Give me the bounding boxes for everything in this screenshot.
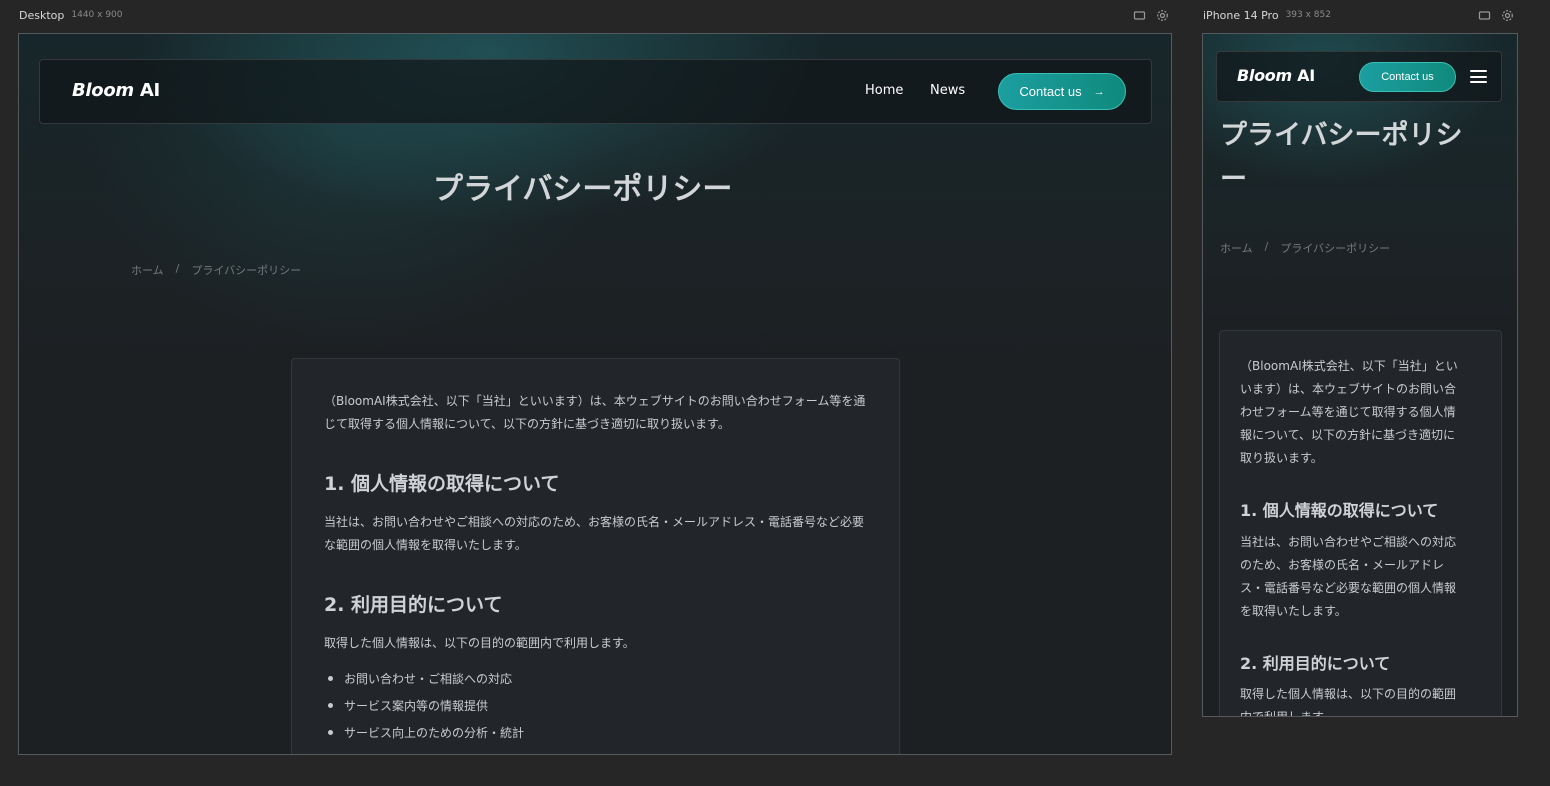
mobile-title-line: ー bbox=[1220, 164, 1247, 195]
brand-logo[interactable]: Bloom AI bbox=[72, 80, 160, 101]
breadcrumb-separator: / bbox=[175, 262, 180, 275]
mobile-section-1-body: 当社は、お問い合わせやご相談への対応 のため、お客様の氏名・メールアドレ ス・電… bbox=[1240, 531, 1485, 623]
mobile-viewport: Bloom AI Contact us プライバシーポリシ ー ホーム / プラ… bbox=[1202, 33, 1518, 717]
mobile-policy-intro: （BloomAI株式会社、以下「当社」とい います）は、本ウェブサイトのお問い合… bbox=[1240, 355, 1485, 470]
settings-gear-icon[interactable] bbox=[1156, 9, 1169, 22]
section-2-heading: 2. 利用目的について bbox=[324, 594, 503, 616]
top-navbar: Bloom AI Home News Contact us → bbox=[39, 59, 1152, 124]
mobile-frame-label: iPhone 14 Pro bbox=[1203, 8, 1279, 22]
contact-us-label: Contact us bbox=[1019, 84, 1082, 99]
text-line: のため、お客様の氏名・メールアドレ bbox=[1240, 558, 1445, 572]
breadcrumb-separator: / bbox=[1264, 240, 1269, 253]
page-title: プライバシーポリシー bbox=[433, 172, 733, 207]
section-1-heading: 1. 個人情報の取得について bbox=[324, 473, 560, 495]
section-2-body: 取得した個人情報は、以下の目的の範囲内で利用します。 bbox=[324, 636, 635, 650]
text-line: います）は、本ウェブサイトのお問い合 bbox=[1240, 382, 1457, 396]
desktop-viewport: Bloom AI Home News Contact us → プライバシーポリ… bbox=[18, 33, 1172, 755]
hamburger-menu-icon[interactable] bbox=[1470, 70, 1487, 83]
section-1-body: 当社は、お問い合わせやご相談への対応のため、お客様の氏名・メールアドレス・電話番… bbox=[324, 515, 865, 552]
policy-intro: （BloomAI株式会社、以下「当社」といいます）は、本ウェブサイトのお問い合わ… bbox=[324, 394, 866, 431]
mobile-contact-us-button[interactable]: Contact us bbox=[1359, 62, 1456, 92]
device-frame-icon[interactable] bbox=[1478, 9, 1491, 22]
mobile-title-line: プライバシーポリシ bbox=[1220, 120, 1463, 151]
contact-us-button[interactable]: Contact us → bbox=[998, 73, 1126, 110]
mobile-frame-header: iPhone 14 Pro 393 x 852 bbox=[1203, 7, 1331, 23]
breadcrumb-home-link[interactable]: ホーム bbox=[1220, 240, 1253, 256]
mobile-policy-content-card: （BloomAI株式会社、以下「当社」とい います）は、本ウェブサイトのお問い合… bbox=[1219, 330, 1502, 717]
text-line: を取得いたします。 bbox=[1240, 604, 1347, 618]
nav-link-news[interactable]: News bbox=[930, 83, 965, 98]
mobile-section-1-heading: 1. 個人情報の取得について bbox=[1240, 501, 1439, 520]
mobile-frame-dims: 393 x 852 bbox=[1285, 10, 1331, 20]
purpose-list-item: サービス向上のための分析・統計 bbox=[325, 726, 524, 753]
device-frame-icon[interactable] bbox=[1133, 9, 1146, 22]
breadcrumb-current: プライバシーポリシー bbox=[1280, 242, 1391, 255]
breadcrumb-current: プライバシーポリシー bbox=[191, 264, 302, 277]
text-line: ス・電話番号など必要な範囲の個人情報 bbox=[1240, 581, 1457, 595]
text-line: （BloomAI株式会社、以下「当社」とい bbox=[1240, 359, 1458, 373]
nav-link-home[interactable]: Home bbox=[865, 83, 903, 98]
text-line: 取得した個人情報は、以下の目的の範囲 bbox=[1240, 687, 1457, 701]
text-line: わせフォーム等を通じて取得する個人情 bbox=[1240, 405, 1456, 419]
policy-content-card: （BloomAI株式会社、以下「当社」といいます）は、本ウェブサイトのお問い合わ… bbox=[291, 358, 900, 754]
breadcrumb-home-link[interactable]: ホーム bbox=[131, 262, 164, 278]
breadcrumb: ホーム / プライバシーポリシー bbox=[131, 262, 301, 278]
desktop-frame-header: Desktop 1440 x 900 bbox=[19, 7, 123, 23]
brand-logo-italic: Bloom bbox=[72, 80, 134, 101]
mobile-page-title: プライバシーポリシ ー bbox=[1220, 114, 1462, 202]
purpose-list: お問い合わせ・ご相談への対応 サービス案内等の情報提供 サービス向上のための分析… bbox=[325, 672, 524, 753]
text-line: 報について、以下の方針に基づき適切に bbox=[1240, 428, 1456, 442]
desktop-frame-dims: 1440 x 900 bbox=[71, 10, 123, 20]
brand-logo-rest: AI bbox=[1291, 66, 1315, 85]
settings-gear-icon[interactable] bbox=[1501, 9, 1514, 22]
mobile-section-2-body: 取得した個人情報は、以下の目的の範囲 内で利用します。 bbox=[1240, 683, 1485, 717]
mobile-section-2-heading: 2. 利用目的について bbox=[1240, 654, 1391, 673]
desktop-frame-tools bbox=[1133, 9, 1169, 22]
mobile-frame-tools bbox=[1478, 9, 1514, 22]
mobile-brand-logo[interactable]: Bloom AI bbox=[1237, 66, 1315, 85]
purpose-list-item: お問い合わせ・ご相談への対応 bbox=[325, 672, 524, 699]
mobile-breadcrumb: ホーム / プライバシーポリシー bbox=[1220, 240, 1390, 256]
mobile-navbar: Bloom AI Contact us bbox=[1216, 51, 1502, 102]
arrow-right-icon: → bbox=[1093, 85, 1105, 98]
text-line: 当社は、お問い合わせやご相談への対応 bbox=[1240, 535, 1457, 549]
brand-logo-italic: Bloom bbox=[1237, 66, 1292, 85]
desktop-frame-label: Desktop bbox=[19, 8, 65, 22]
contact-us-label: Contact us bbox=[1381, 71, 1434, 83]
purpose-list-item: サービス案内等の情報提供 bbox=[325, 699, 524, 726]
text-line: 内で利用します。 bbox=[1240, 710, 1335, 717]
text-line: 取り扱います。 bbox=[1240, 451, 1323, 465]
brand-logo-rest: AI bbox=[133, 80, 160, 101]
